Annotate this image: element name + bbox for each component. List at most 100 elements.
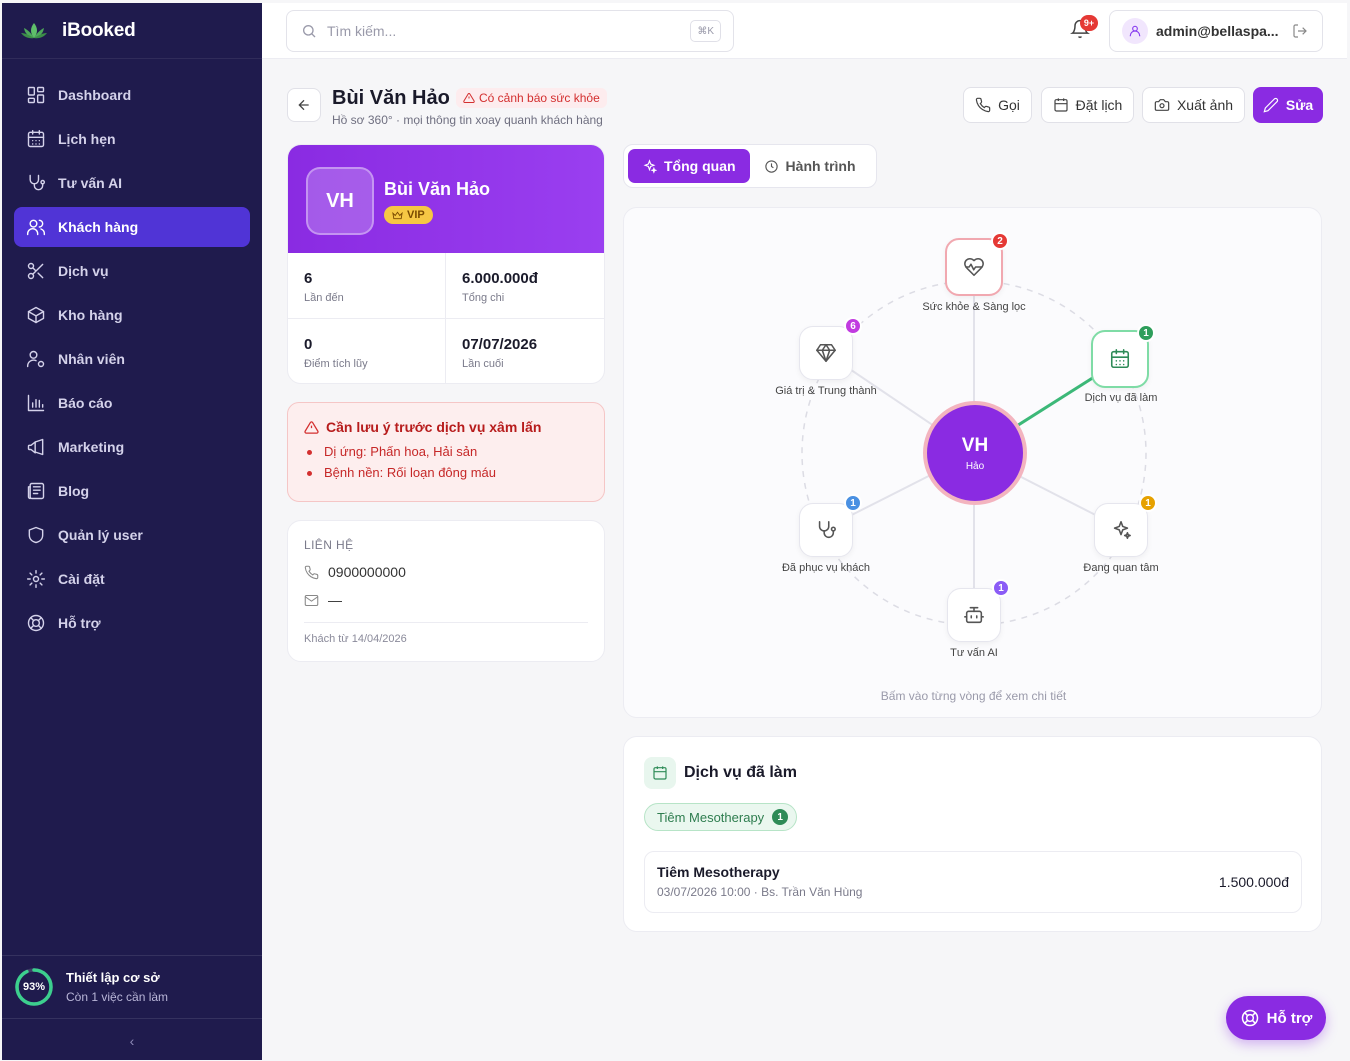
sidebar-item-appointments[interactable]: Lịch hẹn xyxy=(14,119,250,159)
sidebar-item-dashboard[interactable]: Dashboard xyxy=(14,75,250,115)
warning-triangle-icon xyxy=(463,92,475,103)
node-health[interactable]: 2 xyxy=(945,232,1009,296)
sidebar-item-services[interactable]: Dịch vụ xyxy=(14,251,250,291)
stat-value: 0 xyxy=(304,336,313,353)
health-warning-text: Có cảnh báo sức khỏe xyxy=(479,91,600,105)
arrow-left-icon xyxy=(298,99,309,111)
collapse-sidebar-button[interactable]: ‹ xyxy=(2,1023,262,1059)
shield-icon xyxy=(28,526,44,544)
crown-icon xyxy=(392,211,403,219)
graph-hint: Bấm vào từng vòng để xem chi tiết xyxy=(880,689,1067,703)
sidebar-item-support[interactable]: Hỗ trợ xyxy=(14,603,250,643)
stat-last-visit: 07/07/2026 Lần cuối xyxy=(446,319,604,383)
service-row[interactable]: Tiêm Mesotherapy 03/07/2026 10:00 · Bs. … xyxy=(644,851,1302,913)
chip-count: 1 xyxy=(772,809,789,825)
vip-label: VIP xyxy=(407,209,425,221)
service-meta: 03/07/2026 10:00 · Bs. Trần Văn Hùng xyxy=(657,885,863,899)
support-button-label: Hỗ trợ xyxy=(1266,1009,1313,1027)
brand[interactable]: iBooked xyxy=(2,3,262,59)
setup-progress[interactable]: 93% Thiết lập cơ sở Còn 1 việc cần làm xyxy=(2,955,262,1019)
center-customer-node[interactable]: VH Hảo xyxy=(923,401,1027,505)
sidebar-item-label: Lịch hẹn xyxy=(58,131,116,147)
node-services-done[interactable]: 1 xyxy=(1091,324,1155,388)
tab-overview[interactable]: Tổng quan xyxy=(628,149,750,183)
notifications-button[interactable]: 9+ xyxy=(1070,15,1098,43)
email-value: — xyxy=(328,592,342,608)
sidebar-item-label: Báo cáo xyxy=(58,395,113,411)
node-interested[interactable]: 1 xyxy=(1094,494,1157,557)
sidebar-item-label: Marketing xyxy=(58,439,125,455)
alert-title-text: Cần lưu ý trước dịch vụ xâm lấn xyxy=(326,419,542,435)
camera-icon xyxy=(1154,99,1170,111)
edit-button-label: Sửa xyxy=(1285,97,1314,113)
lifebuoy-icon xyxy=(27,614,45,632)
lifebuoy-icon xyxy=(1241,1009,1258,1027)
dashboard-icon xyxy=(27,86,45,104)
search-shortcut: ⌘K xyxy=(690,20,721,42)
search-icon xyxy=(303,25,316,38)
megaphone-icon xyxy=(27,438,44,456)
heart-pulse-icon xyxy=(964,257,984,277)
user-menu[interactable]: admin@bellaspa... xyxy=(1109,10,1323,52)
logout-icon[interactable] xyxy=(1292,23,1308,39)
node-label: Tư vấn AI xyxy=(950,647,998,659)
contact-phone[interactable]: 0900000000 xyxy=(304,564,588,580)
calendar-icon xyxy=(1054,98,1068,112)
sidebar-item-label: Tư vấn AI xyxy=(58,175,123,191)
contact-heading: LIÊN HỆ xyxy=(304,538,354,552)
page-subtitle: Hồ sơ 360° · mọi thông tin xoay quanh kh… xyxy=(332,113,603,127)
node-label: Đã phục vụ khách xyxy=(781,562,871,574)
phone-icon xyxy=(975,97,991,113)
avatar: VH xyxy=(306,167,374,235)
services-done-card: Dịch vụ đã làm Tiêm Mesotherapy 1 Tiêm M… xyxy=(623,736,1322,932)
services-icon-wrap xyxy=(644,757,676,789)
mail-icon xyxy=(304,594,319,606)
profile-header: VH Bùi Văn Hảo VIP xyxy=(288,145,604,253)
stat-label: Lần đến xyxy=(304,292,344,304)
customer-name: Bùi Văn Hảo xyxy=(384,179,491,199)
tab-label: Tổng quan xyxy=(664,158,736,174)
chevron-left-icon: ‹ xyxy=(129,1033,135,1049)
tab-journey[interactable]: Hành trình xyxy=(750,149,870,183)
stat-total-spend: 6.000.000đ Tổng chi xyxy=(446,253,604,319)
sidebar-item-user-management[interactable]: Quản lý user xyxy=(14,515,250,555)
back-button[interactable] xyxy=(287,88,321,122)
support-button[interactable]: Hỗ trợ xyxy=(1226,996,1326,1040)
health-warning-badge: Có cảnh báo sức khỏe xyxy=(456,88,607,108)
node-label: Giá trị & Trung thành xyxy=(775,385,877,397)
pencil-icon xyxy=(1263,97,1278,113)
edit-button[interactable]: Sửa xyxy=(1253,87,1323,123)
bot-icon xyxy=(964,606,984,624)
sidebar-item-label: Khách hàng xyxy=(58,219,139,235)
book-appointment-button[interactable]: Đặt lịch xyxy=(1041,87,1134,123)
sidebar-item-blog[interactable]: Blog xyxy=(14,471,250,511)
customer-since: Khách từ 14/04/2026 xyxy=(304,622,588,645)
center-initials: VH xyxy=(961,434,989,456)
scissors-icon xyxy=(27,262,44,280)
node-label: Sức khỏe & Sàng lọc xyxy=(922,301,1026,313)
service-filter-chip[interactable]: Tiêm Mesotherapy 1 xyxy=(644,803,798,831)
sidebar-item-staff[interactable]: Nhân viên xyxy=(14,339,250,379)
search-input[interactable] xyxy=(327,23,667,39)
export-image-button[interactable]: Xuất ảnh xyxy=(1142,87,1245,123)
sparkles-icon xyxy=(1113,520,1131,540)
view-tabs: Tổng quan Hành trình xyxy=(623,144,877,188)
sidebar-item-reports[interactable]: Báo cáo xyxy=(14,383,250,423)
chip-label: Tiêm Mesotherapy xyxy=(657,809,765,825)
sidebar-item-customers[interactable]: Khách hàng xyxy=(14,207,250,247)
setup-progress-ring: 93% xyxy=(14,967,54,1007)
sidebar-item-ai-consult[interactable]: Tư vấn AI xyxy=(14,163,250,203)
search-box[interactable]: ⌘K xyxy=(286,10,734,52)
sidebar-item-inventory[interactable]: Kho hàng xyxy=(14,295,250,335)
stat-label: Lần cuối xyxy=(462,358,504,370)
vip-badge: VIP xyxy=(384,206,433,224)
health-alert: Cần lưu ý trước dịch vụ xâm lấn Dị ứng: … xyxy=(287,402,605,502)
sidebar-item-marketing[interactable]: Marketing xyxy=(14,427,250,467)
node-loyalty[interactable]: 6 xyxy=(799,317,862,380)
stat-label: Điểm tích lũy xyxy=(304,358,368,370)
node-served[interactable]: 1 xyxy=(799,494,862,557)
node-ai-consult[interactable]: 1 xyxy=(947,579,1010,642)
users-icon xyxy=(26,219,46,236)
sidebar-item-settings[interactable]: Cài đặt xyxy=(14,559,250,599)
call-button[interactable]: Gọi xyxy=(963,87,1032,123)
